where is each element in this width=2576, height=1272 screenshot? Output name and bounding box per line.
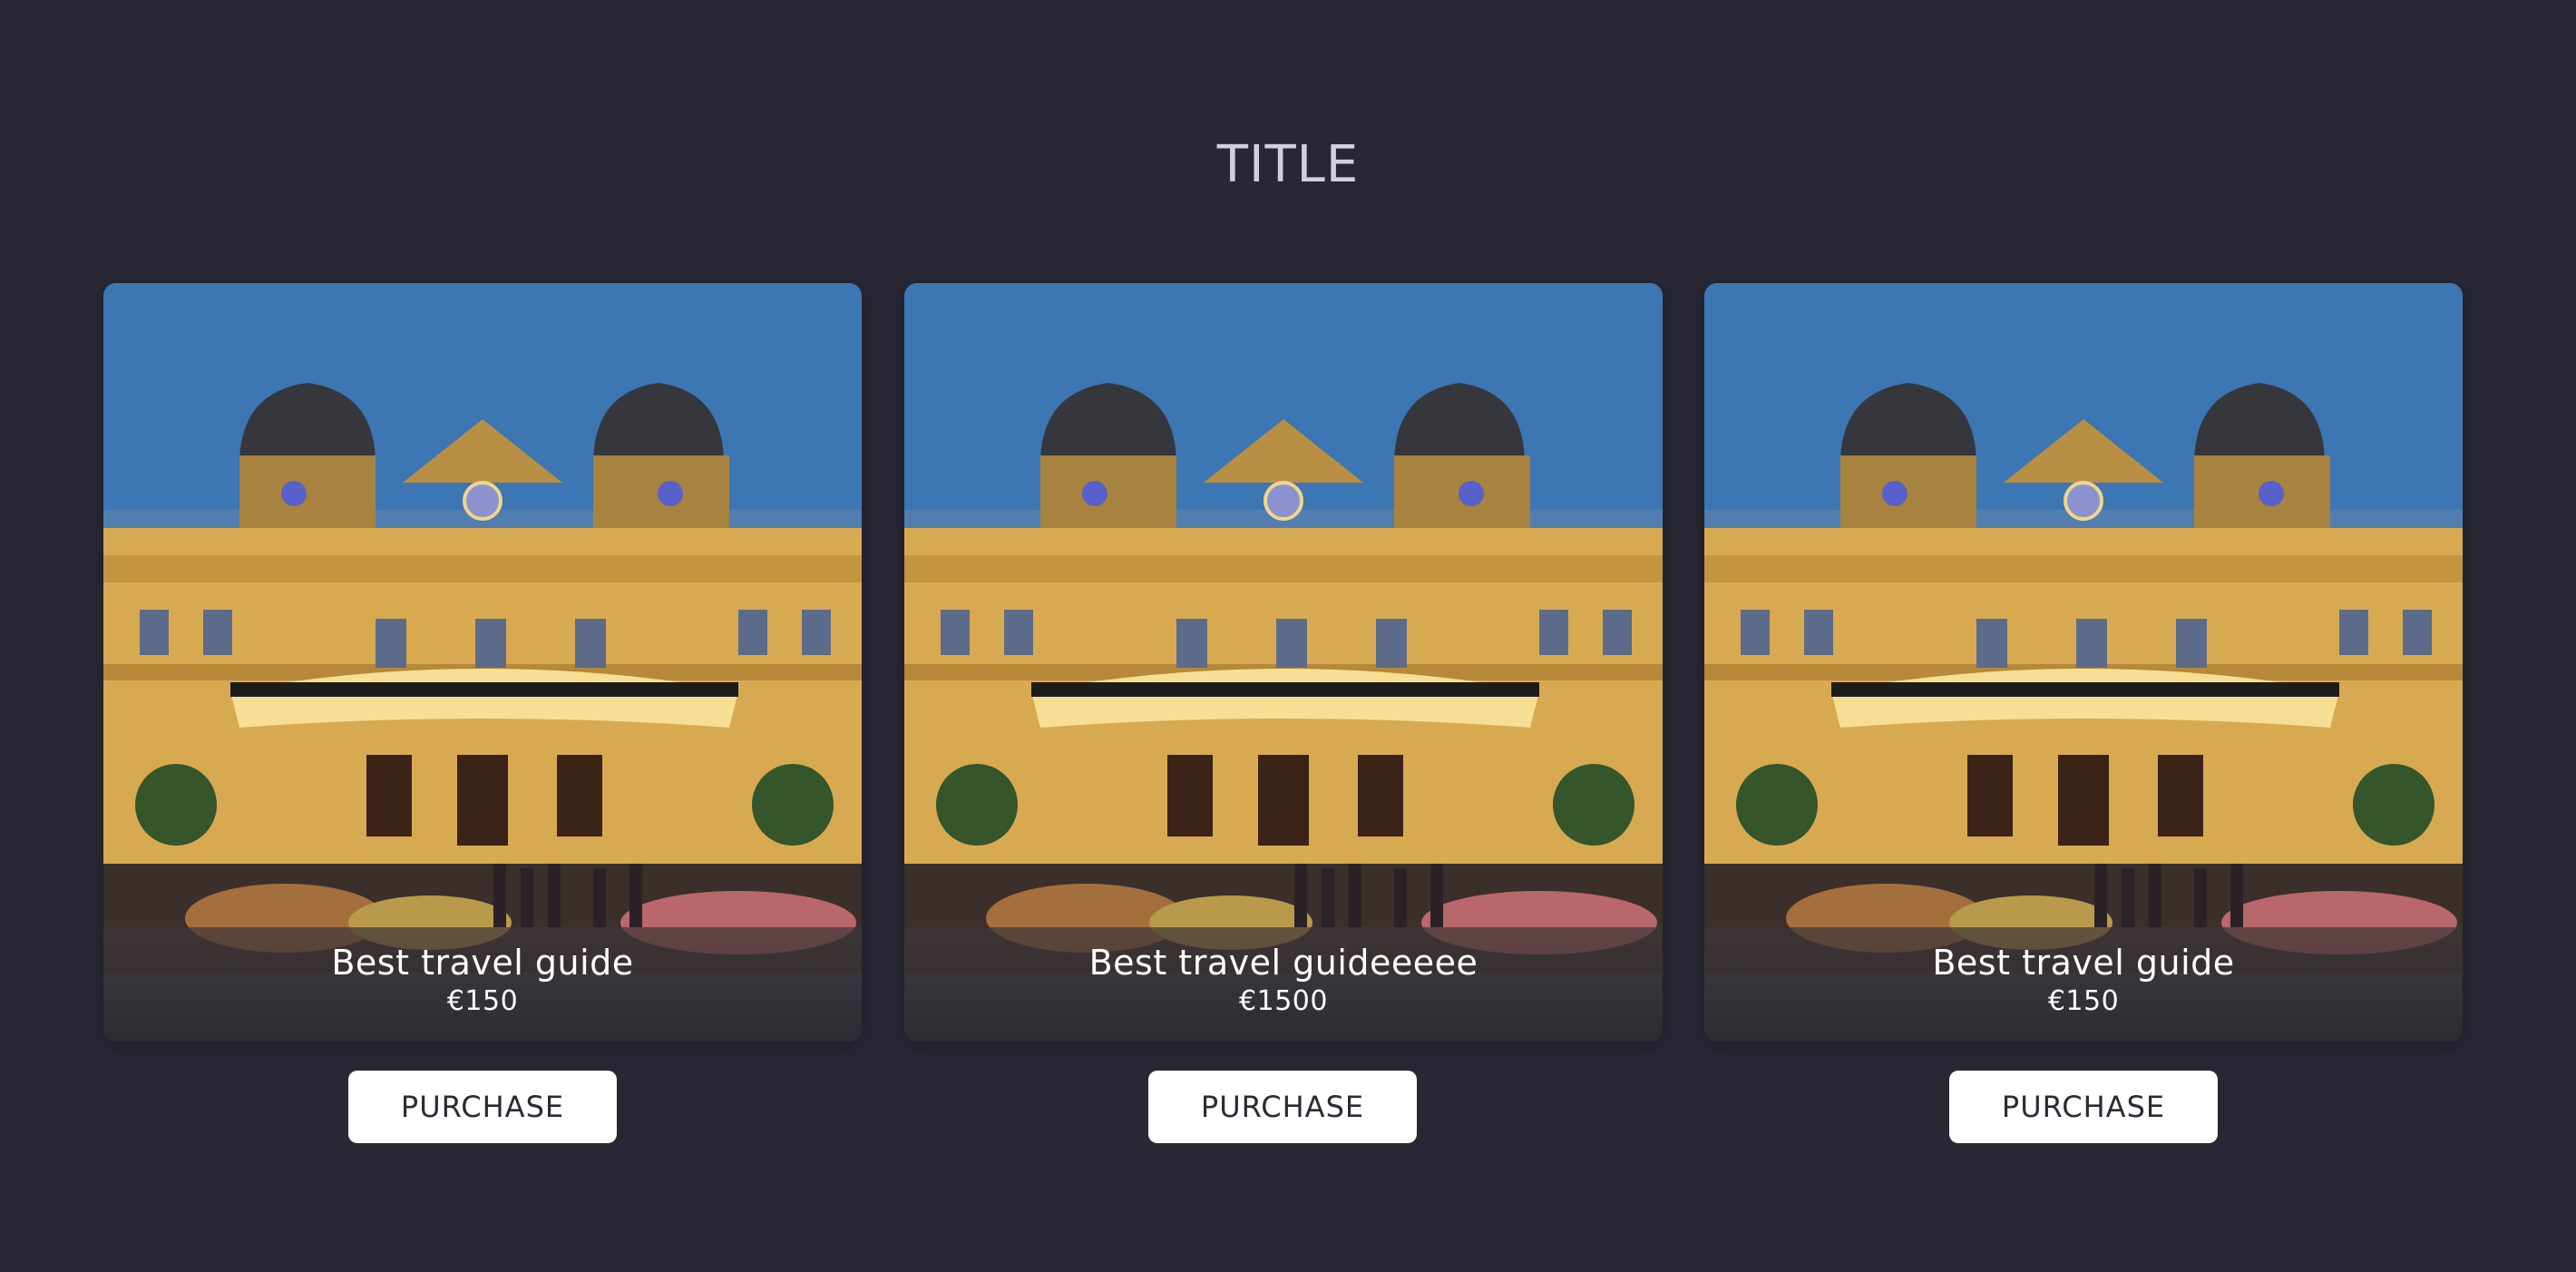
product-card[interactable]: Best travel guide €150: [103, 283, 862, 1042]
product-card[interactable]: Best travel guideeeee €1500: [904, 283, 1663, 1042]
product-name: Best travel guide: [1932, 943, 2235, 983]
product-price: €150: [2047, 985, 2120, 1017]
product-caption: Best travel guideeeee €1500: [904, 927, 1663, 1042]
product-name: Best travel guide: [331, 943, 634, 983]
purchase-button[interactable]: PURCHASE: [1949, 1071, 2218, 1143]
product-price: €150: [446, 985, 519, 1017]
product-card[interactable]: Best travel guide €150: [1704, 283, 2463, 1042]
product-price: €1500: [1239, 985, 1328, 1017]
product-caption: Best travel guide €150: [1704, 927, 2463, 1042]
purchase-button[interactable]: PURCHASE: [348, 1071, 617, 1143]
product-caption: Best travel guide €150: [103, 927, 862, 1042]
purchase-button[interactable]: PURCHASE: [1148, 1071, 1417, 1143]
page-title: TITLE: [1216, 135, 1360, 194]
product-name: Best travel guideeeee: [1088, 943, 1478, 983]
